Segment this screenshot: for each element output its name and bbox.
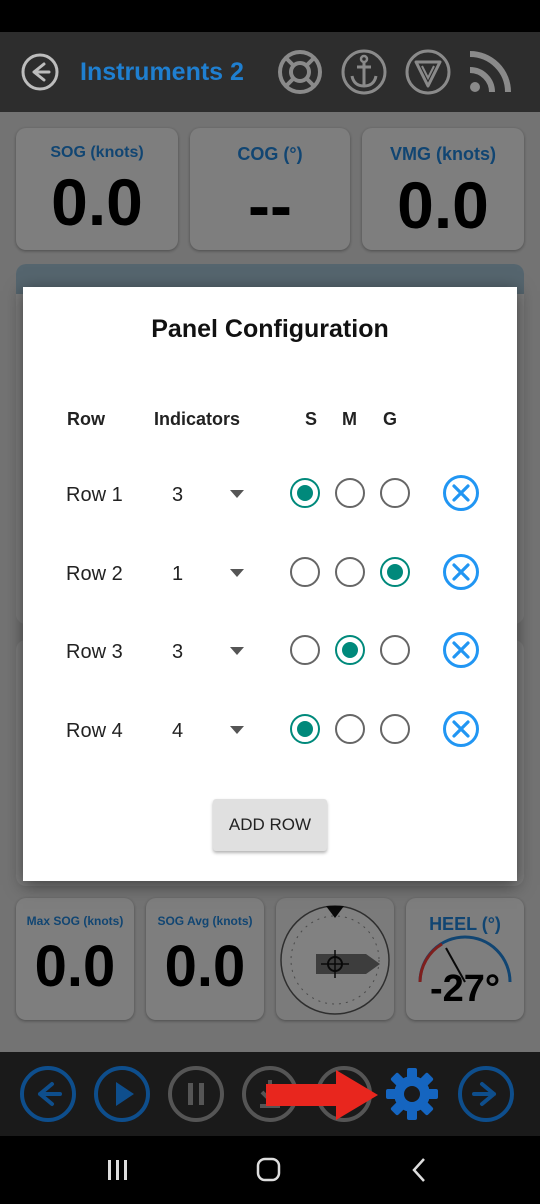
row-3-dropdown-icon[interactable] (229, 646, 245, 656)
row-1-label: Row 1 (66, 484, 123, 506)
page-title: Instruments 2 (80, 58, 244, 86)
row-1-delete-icon[interactable] (442, 474, 480, 512)
compass-icon[interactable] (404, 48, 452, 96)
panel-configuration-dialog: Panel Configuration Row Indicators S M G… (23, 287, 517, 881)
row-3-radio-g[interactable] (380, 635, 410, 665)
row-2-radio-m[interactable] (335, 557, 365, 587)
row-1-radio-s[interactable] (290, 478, 320, 508)
row-3-indicator-count[interactable]: 3 (172, 641, 183, 664)
row-4-dropdown-icon[interactable] (229, 725, 245, 735)
row-2-delete-icon[interactable] (442, 553, 480, 591)
add-row-button[interactable]: ADD ROW (213, 799, 327, 851)
row-4-radio-g[interactable] (380, 714, 410, 744)
row-4-label: Row 4 (66, 720, 123, 742)
row-4-indicator-count[interactable]: 4 (172, 720, 183, 743)
row-header: Row (67, 409, 105, 429)
row-1-radio-g[interactable] (380, 478, 410, 508)
pause-icon[interactable] (166, 1064, 226, 1124)
indicators-header: Indicators (154, 409, 241, 429)
row-1-radio-m[interactable] (335, 478, 365, 508)
row-4-radio-m[interactable] (335, 714, 365, 744)
back-arrow-icon[interactable] (18, 1064, 78, 1124)
row-3-radio-s[interactable] (290, 635, 320, 665)
row-1-dropdown-icon[interactable] (229, 489, 245, 499)
row-4-radio-s[interactable] (290, 714, 320, 744)
dialog-title: Panel Configuration (151, 315, 389, 343)
app-bar: Instruments 2 (0, 32, 540, 112)
recent-apps-icon[interactable] (98, 1154, 138, 1186)
row-2-label: Row 2 (66, 563, 123, 585)
lifebuoy-icon[interactable] (276, 48, 324, 96)
forward-arrow-icon[interactable] (456, 1064, 516, 1124)
row-2-dropdown-icon[interactable] (229, 568, 245, 578)
rss-icon[interactable] (466, 48, 514, 96)
back-arrow-icon[interactable] (20, 52, 60, 92)
gear-icon[interactable] (382, 1064, 442, 1124)
g-header: G (383, 409, 398, 429)
row-3-label: Row 3 (66, 641, 123, 663)
row-3-delete-icon[interactable] (442, 631, 480, 669)
row-4-delete-icon[interactable] (442, 710, 480, 748)
s-header: S (305, 409, 318, 429)
row-1-indicator-count[interactable]: 3 (172, 484, 183, 507)
system-nav-bar (0, 1136, 540, 1204)
row-3-radio-m[interactable] (335, 635, 365, 665)
home-icon[interactable] (248, 1154, 288, 1186)
play-icon[interactable] (92, 1064, 152, 1124)
system-back-icon[interactable] (400, 1154, 440, 1186)
row-2-radio-g[interactable] (380, 557, 410, 587)
status-bar (0, 0, 540, 32)
m-header: M (342, 409, 357, 429)
anchor-icon[interactable] (340, 48, 388, 96)
red-arrow-icon (266, 1070, 378, 1120)
row-2-indicator-count[interactable]: 1 (172, 563, 183, 586)
row-2-radio-s[interactable] (290, 557, 320, 587)
